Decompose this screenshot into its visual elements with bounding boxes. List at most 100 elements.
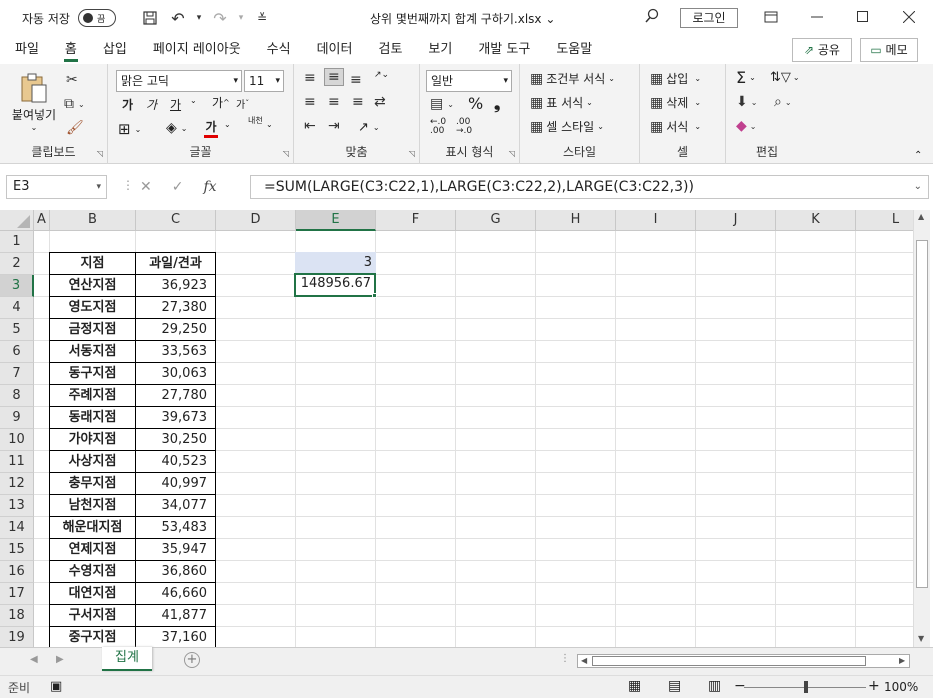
font-size-select[interactable]: 11 ▾ [244, 70, 284, 92]
insert-function-button[interactable]: fx [203, 179, 216, 195]
fill-color-icon[interactable]: ◈ ⌄ [166, 120, 187, 136]
share-button[interactable]: ⇗ 공유 [792, 38, 852, 62]
autosave-toggle[interactable]: 끔 [77, 9, 116, 27]
branch-name-cell[interactable]: 가야지점 [49, 428, 136, 451]
percent-style-button[interactable]: % [468, 94, 483, 113]
row-header-7[interactable]: 7 [0, 363, 34, 385]
collapse-ribbon-icon[interactable]: ⌃ [914, 150, 922, 161]
row-header-5[interactable]: 5 [0, 319, 34, 341]
branch-name-cell[interactable]: 남천지점 [49, 494, 136, 517]
sales-value-cell[interactable]: 29,250 [135, 318, 216, 341]
row-header-6[interactable]: 6 [0, 341, 34, 363]
branch-name-cell[interactable]: 동구지점 [49, 362, 136, 385]
font-color-button[interactable]: 가 [204, 118, 218, 138]
delete-cells-button[interactable]: ▦ 삭제 ⌄ [650, 94, 701, 111]
sales-value-cell[interactable]: 36,860 [135, 560, 216, 583]
branch-name-cell[interactable]: 수영지점 [49, 560, 136, 583]
column-header-l[interactable]: L [856, 210, 913, 231]
autosum-icon[interactable]: Σ ⌄ [736, 68, 756, 87]
decrease-indent-icon[interactable]: ⇤ [304, 118, 316, 134]
search-icon[interactable] [644, 8, 660, 28]
name-box[interactable]: E3 ▾ [6, 175, 107, 199]
sales-value-cell[interactable]: 46,660 [135, 582, 216, 605]
select-all-button[interactable] [0, 210, 34, 231]
wrap-text-icon[interactable]: ⇄ [374, 94, 386, 110]
bold-button[interactable]: 가 [122, 96, 133, 113]
sales-value-cell[interactable]: 27,780 [135, 384, 216, 407]
ribbon-display-options-icon[interactable] [748, 0, 794, 34]
row-header-9[interactable]: 9 [0, 407, 34, 429]
rank-count-cell[interactable]: 3 [295, 252, 376, 274]
row-header-4[interactable]: 4 [0, 297, 34, 319]
column-header-j[interactable]: J [696, 210, 776, 231]
number-launcher-icon[interactable]: ◹ [509, 149, 515, 158]
tab-file[interactable]: 파일 [2, 36, 52, 64]
tab-formulas[interactable]: 수식 [254, 36, 304, 64]
maximize-icon[interactable] [840, 0, 886, 34]
underline-button[interactable]: 가 [170, 96, 181, 113]
normal-view-icon[interactable]: ▦ [628, 678, 641, 694]
row-header-1[interactable]: 1 [0, 231, 34, 253]
tab-review[interactable]: 검토 [365, 36, 415, 64]
spreadsheet-grid[interactable]: A B C D E F G H I J K L 1 2 3 4 5 6 7 8 9 10 11 12 13 14 15 16 17 18 1… [0, 210, 913, 647]
column-header-c[interactable]: C [136, 210, 216, 231]
column-header-a[interactable]: A [34, 210, 50, 231]
align-center-icon[interactable]: ≡ [328, 94, 340, 110]
row-header-10[interactable]: 10 [0, 429, 34, 451]
branch-name-cell[interactable]: 중구지점 [49, 626, 136, 647]
tab-split-grip-icon[interactable]: ⋮ [560, 653, 570, 664]
tab-home[interactable]: 홈 [52, 36, 90, 64]
table-header-branch[interactable]: 지점 [49, 252, 136, 275]
tab-insert[interactable]: 삽입 [90, 36, 140, 64]
fill-handle[interactable] [372, 293, 377, 298]
confirm-entry-icon[interactable]: ✓ [172, 179, 184, 195]
redo-dropdown-icon[interactable]: ▾ [234, 0, 248, 36]
sales-value-cell[interactable]: 53,483 [135, 516, 216, 539]
copy-icon[interactable]: ⧉ ⌄ [64, 96, 85, 112]
branch-name-cell[interactable]: 충무지점 [49, 472, 136, 495]
column-header-i[interactable]: I [616, 210, 696, 231]
align-middle-icon[interactable]: ≡ [324, 68, 344, 86]
row-header-13[interactable]: 13 [0, 495, 34, 517]
borders-icon[interactable]: ⊞ ⌄ [118, 120, 141, 138]
sales-value-cell[interactable]: 36,923 [135, 274, 216, 297]
row-header-19[interactable]: 19 [0, 627, 34, 647]
add-sheet-icon[interactable]: + [184, 652, 200, 668]
grow-font-button[interactable]: 가 ^ [212, 94, 230, 111]
row-header-3[interactable]: 3 [0, 275, 34, 297]
sales-value-cell[interactable]: 30,250 [135, 428, 216, 451]
zoom-level[interactable]: 100% [884, 680, 918, 694]
comma-style-button[interactable]: ❟ [494, 94, 500, 114]
font-launcher-icon[interactable]: ◹ [283, 149, 289, 158]
comments-button[interactable]: ▭ 메모 [860, 38, 918, 62]
column-header-b[interactable]: B [50, 210, 136, 231]
cancel-entry-icon[interactable]: ✕ [140, 179, 152, 195]
scroll-up-icon[interactable]: ▲ [918, 212, 924, 221]
sales-value-cell[interactable]: 39,673 [135, 406, 216, 429]
clear-icon[interactable]: ◆ ⌄ [736, 118, 756, 134]
redo-icon[interactable]: ↷ [206, 0, 234, 36]
font-color-dropdown-icon[interactable]: ⌄ [224, 120, 231, 129]
row-header-15[interactable]: 15 [0, 539, 34, 561]
align-right-icon[interactable]: ≡ [352, 94, 364, 110]
sales-value-cell[interactable]: 41,877 [135, 604, 216, 627]
column-header-f[interactable]: F [376, 210, 456, 231]
sheet-tab-summary[interactable]: 집계 [102, 647, 152, 671]
row-header-16[interactable]: 16 [0, 561, 34, 583]
page-break-view-icon[interactable]: ▥ [708, 678, 721, 694]
decrease-decimal-icon[interactable]: .00 →.0 [456, 118, 472, 136]
paste-button[interactable]: 붙여넣기 ⌄ [10, 72, 58, 132]
table-header-fruit-nuts[interactable]: 과일/견과 [135, 252, 216, 275]
prev-sheet-icon[interactable]: ◀ [30, 654, 38, 665]
sales-value-cell[interactable]: 37,160 [135, 626, 216, 647]
shrink-font-button[interactable]: 가ˇ [236, 96, 249, 111]
cut-icon[interactable]: ✂ [66, 72, 78, 88]
document-title[interactable]: 상위 몇번째까지 합계 구하기.xlsx ⌄ [370, 10, 555, 27]
phonetic-button[interactable]: 내천 [248, 116, 263, 125]
row-header-12[interactable]: 12 [0, 473, 34, 495]
vertical-scroll-thumb[interactable] [916, 240, 928, 588]
minimize-icon[interactable] [794, 0, 840, 34]
sort-filter-icon[interactable]: ⇅▽ ⌄ [770, 70, 800, 85]
accounting-format-icon[interactable]: ▤ ⌄ [430, 96, 454, 112]
row-header-14[interactable]: 14 [0, 517, 34, 539]
